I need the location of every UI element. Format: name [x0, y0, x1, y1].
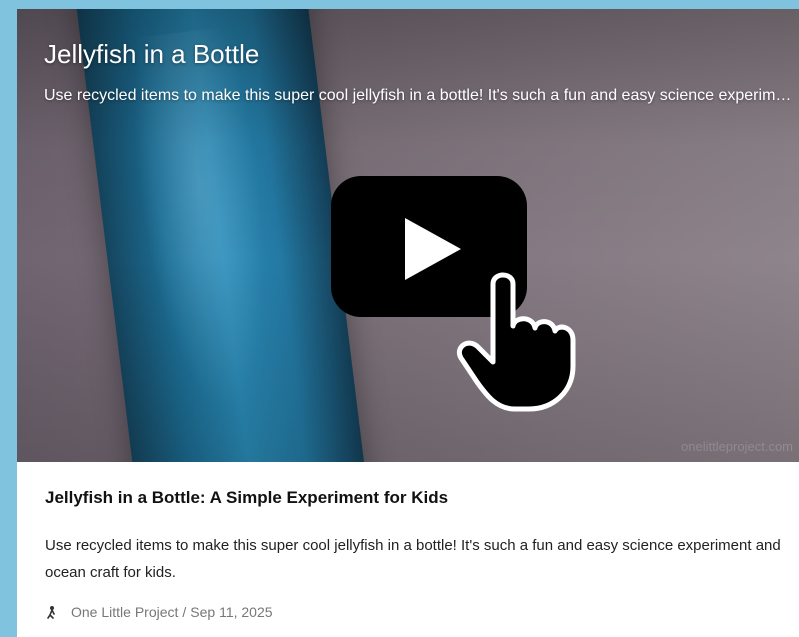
- meta-separator: /: [182, 604, 187, 620]
- video-subtitle: Use recycled items to make this super co…: [44, 87, 794, 104]
- video-title: Jellyfish in a Bottle: [44, 39, 260, 69]
- watermark: onelittleproject.com: [681, 439, 793, 454]
- video-card[interactable]: Jellyfish in a Bottle Use recycled items…: [17, 9, 799, 637]
- site-logo-icon: [47, 606, 55, 619]
- article-meta: One Little Project / Sep 11, 2025: [45, 604, 273, 620]
- hand-pointer-icon: [457, 272, 576, 412]
- author-name[interactable]: One Little Project: [71, 604, 178, 620]
- article-info: Jellyfish in a Bottle: A Simple Experime…: [17, 462, 799, 637]
- article-description: Use recycled items to make this super co…: [45, 537, 781, 581]
- publish-date: Sep 11, 2025: [190, 604, 273, 620]
- article-title[interactable]: Jellyfish in a Bottle: A Simple Experime…: [45, 488, 448, 508]
- video-thumbnail[interactable]: Jellyfish in a Bottle Use recycled items…: [17, 9, 799, 462]
